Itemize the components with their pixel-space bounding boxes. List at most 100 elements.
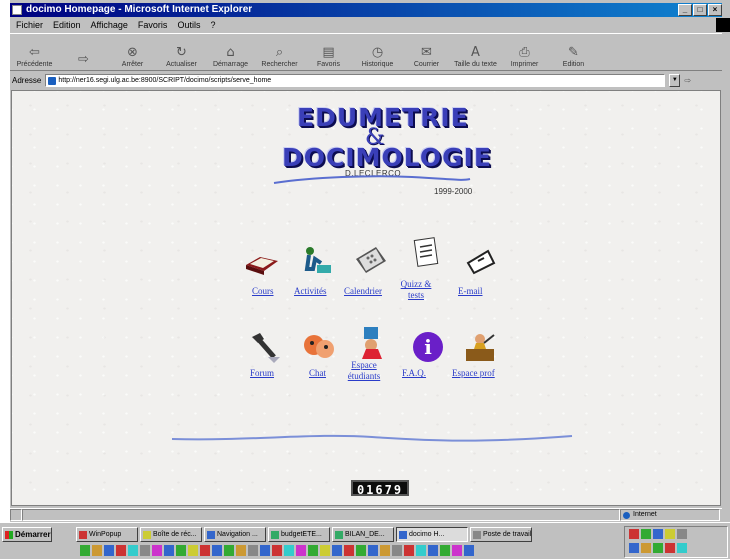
quick-launch-icon[interactable] [260, 545, 270, 556]
task-icon [399, 531, 407, 539]
task-docimo-homepage[interactable]: docimo H... [396, 527, 468, 542]
quick-launch-icon[interactable] [440, 545, 450, 556]
task-budgetete[interactable]: budgetETE... [268, 527, 330, 542]
address-input[interactable]: http://ner16.segi.ulg.ac.be:8900/SCRIPT/… [45, 73, 666, 87]
toolbar-button-actualiser[interactable]: ↻ Actualiser [157, 34, 206, 70]
close-button[interactable]: × [708, 4, 722, 16]
link-faq[interactable]: F.A.Q. [402, 368, 426, 379]
minimize-button[interactable]: _ [678, 4, 692, 16]
students-icon[interactable] [352, 321, 392, 361]
title-bar[interactable]: docimo Homepage - Microsoft Internet Exp… [10, 3, 722, 17]
faq-icon[interactable]: i [408, 327, 448, 367]
ie-app-icon[interactable] [12, 5, 22, 15]
quick-launch-icon[interactable] [176, 545, 186, 556]
address-label: Adresse [12, 75, 42, 85]
toolbar-button-label: Arrêter [121, 61, 144, 68]
email-icon[interactable] [460, 241, 500, 281]
link-espace-prof[interactable]: Espace prof [452, 368, 495, 379]
toolbar-button-taille-du-texte[interactable]: A Taille du texte [451, 34, 500, 70]
quick-launch-icon[interactable] [212, 545, 222, 556]
menu-help[interactable]: ? [210, 18, 215, 32]
activity-icon[interactable] [297, 241, 337, 281]
stop-icon: ⊗ [127, 45, 138, 60]
quick-launch-icon[interactable] [332, 545, 342, 556]
forum-icon[interactable] [244, 327, 284, 367]
quick-launch-icon[interactable] [248, 545, 258, 556]
quick-launch-icon[interactable] [296, 545, 306, 556]
toolbar-button-label: Edition [562, 61, 585, 68]
link-activites[interactable]: Activités [294, 286, 327, 297]
address-dropdown-button[interactable]: ▼ [669, 73, 681, 87]
quick-launch-icon[interactable] [308, 545, 318, 556]
toolbar-button-favoris[interactable]: ▤ Favoris [304, 34, 353, 70]
menu-fichier[interactable]: Fichier [16, 18, 43, 32]
quick-launch-icon[interactable] [116, 545, 126, 556]
quick-launch-icon[interactable] [416, 545, 426, 556]
quick-launch-icon[interactable] [104, 545, 114, 556]
quick-launch-icon[interactable] [344, 545, 354, 556]
toolbar-button-arr-ter[interactable]: ⊗ Arrêter [108, 34, 157, 70]
task-poste-travail[interactable]: Poste de travail [470, 527, 532, 542]
toolbar-button-imprimer[interactable]: ⎙ Imprimer [500, 34, 549, 70]
link-forum[interactable]: Forum [250, 368, 274, 379]
quick-launch-icon[interactable] [428, 545, 438, 556]
link-quizz-tests[interactable]: Quizz & tests [396, 279, 436, 301]
toolbar-button-label: Démarrage [212, 61, 248, 68]
browser-window: docimo Homepage - Microsoft Internet Exp… [10, 0, 730, 559]
quick-launch-icon[interactable] [356, 545, 366, 556]
toolbar-button-rechercher[interactable]: ⌕ Rechercher [255, 34, 304, 70]
link-calendrier[interactable]: Calendrier [344, 286, 382, 297]
task-navigation[interactable]: Navigation ... [204, 527, 266, 542]
quick-launch-icon[interactable] [80, 545, 90, 556]
start-button[interactable]: Démarrer [2, 527, 52, 542]
menu-edition[interactable]: Edition [53, 18, 81, 32]
toolbar-button-edition[interactable]: ✎ Edition [549, 34, 598, 70]
book-icon[interactable] [242, 243, 282, 283]
task-label: Navigation ... [217, 531, 258, 538]
quick-launch-icon[interactable] [368, 545, 378, 556]
quick-launch-icon[interactable] [164, 545, 174, 556]
go-icon[interactable]: ⇨ [684, 76, 691, 85]
task-label: WinPopup [89, 531, 122, 538]
chat-icon[interactable] [299, 327, 339, 367]
quick-launch-icon[interactable] [380, 545, 390, 556]
quick-launch-icon[interactable] [92, 545, 102, 556]
toolbar-button-d-marrage[interactable]: ⌂ Démarrage [206, 34, 255, 70]
toolbar-button-courrier[interactable]: ✉ Courrier [402, 34, 451, 70]
quick-launch-icon[interactable] [392, 545, 402, 556]
link-cours[interactable]: Cours [252, 286, 274, 297]
task-boite-reception[interactable]: Boîte de réc... [140, 527, 202, 542]
quick-launch-icon[interactable] [140, 545, 150, 556]
toolbar-button-label: Taille du texte [454, 61, 497, 68]
quick-launch-icon[interactable] [272, 545, 282, 556]
quiz-icon[interactable] [406, 235, 446, 275]
maximize-button[interactable]: □ [693, 4, 707, 16]
quick-launch-icon[interactable] [188, 545, 198, 556]
menu-affichage[interactable]: Affichage [91, 18, 128, 32]
quick-launch-icon[interactable] [320, 545, 330, 556]
quick-launch-icon[interactable] [152, 545, 162, 556]
refresh-icon: ↻ [176, 45, 187, 60]
toolbar-button-forward[interactable]: ⇨ [59, 34, 108, 70]
quick-launch-icon[interactable] [284, 545, 294, 556]
quick-launch-icon[interactable] [404, 545, 414, 556]
menu-favoris[interactable]: Favoris [138, 18, 168, 32]
quick-launch-icon[interactable] [452, 545, 462, 556]
quick-launch-icon[interactable] [464, 545, 474, 556]
toolbar-button-historique[interactable]: ◷ Historique [353, 34, 402, 70]
toolbar-button-pr-c-dente[interactable]: ⇦ Précédente [10, 34, 59, 70]
quick-launch-icon[interactable] [236, 545, 246, 556]
visit-counter: 01679 [351, 480, 409, 497]
tray-icons[interactable] [625, 527, 727, 557]
link-espace-etudiants[interactable]: Espace étudiants [344, 360, 384, 382]
quick-launch-icon[interactable] [200, 545, 210, 556]
task-winpopup[interactable]: WinPopup [76, 527, 138, 542]
menu-outils[interactable]: Outils [177, 18, 200, 32]
teacher-icon[interactable] [460, 327, 500, 367]
link-chat[interactable]: Chat [309, 368, 326, 379]
calendar-icon[interactable] [350, 241, 390, 281]
quick-launch-icon[interactable] [224, 545, 234, 556]
quick-launch-icon[interactable] [128, 545, 138, 556]
link-email[interactable]: E-mail [458, 286, 483, 297]
task-bilan[interactable]: BILAN_DE... [332, 527, 394, 542]
